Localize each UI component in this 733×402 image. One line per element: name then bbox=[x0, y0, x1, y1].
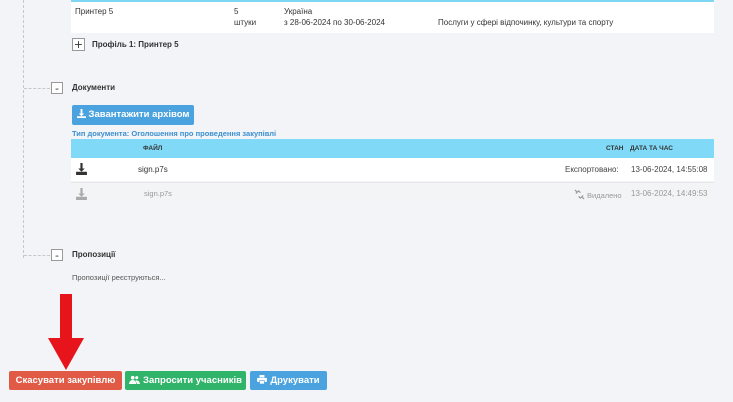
users-icon bbox=[129, 375, 140, 384]
file-status: Видалено bbox=[587, 191, 622, 200]
product-period: з 28-06-2024 по 30-06-2024 bbox=[284, 18, 385, 27]
download-icon bbox=[76, 188, 87, 200]
column-file: ФАЙЛ bbox=[143, 145, 163, 152]
print-button[interactable]: Друкувати bbox=[250, 371, 327, 390]
documents-title: Документи bbox=[72, 83, 116, 92]
product-country: Україна bbox=[284, 7, 313, 16]
download-archive-button[interactable]: Завантажити архівом bbox=[72, 105, 194, 125]
documents-collapse-toggle[interactable]: - bbox=[51, 82, 63, 94]
documents-table-header: ФАЙЛ СТАН ДАТА ТА ЧАС bbox=[71, 139, 714, 158]
product-row: Принтер 5 5 штуки Україна з 28-06-2024 п… bbox=[71, 0, 714, 33]
cancel-procurement-button[interactable]: Скасувати закупівлю bbox=[9, 371, 122, 390]
proposals-status-text: Пропозиції реєструються... bbox=[72, 273, 166, 282]
tree-line bbox=[23, 0, 24, 258]
file-name[interactable]: sign.p7s bbox=[138, 165, 168, 174]
profile-expand-toggle[interactable]: + bbox=[72, 38, 85, 51]
column-datetime: ДАТА ТА ЧАС bbox=[630, 145, 673, 152]
download-archive-label: Завантажити архівом bbox=[88, 109, 190, 120]
table-row: sign.p7s Експортовано: 13-06-2024, 14:55… bbox=[71, 158, 714, 181]
unlink-icon bbox=[574, 189, 585, 200]
product-qty-unit: штуки bbox=[234, 18, 257, 27]
invite-participants-button[interactable]: Запросити учасників bbox=[125, 371, 246, 390]
profile-label: Профіль 1: Принтер 5 bbox=[92, 40, 179, 49]
file-name: sign.p7s bbox=[144, 189, 172, 198]
document-type-label: Тип документа: Оголошення про проведення… bbox=[72, 129, 277, 138]
proposals-title: Пропозиції bbox=[72, 250, 116, 259]
product-qty-number: 5 bbox=[234, 7, 239, 16]
invite-participants-label: Запросити учасників bbox=[143, 375, 242, 386]
print-icon bbox=[257, 375, 268, 385]
print-label: Друкувати bbox=[270, 375, 320, 386]
file-datetime: 13-06-2024, 14:49:53 bbox=[631, 189, 708, 198]
table-row: sign.p7s Видалено 13-06-2024, 14:49:53 bbox=[71, 182, 714, 206]
arrow-down-icon bbox=[48, 294, 84, 370]
file-datetime: 13-06-2024, 14:55:08 bbox=[631, 165, 708, 174]
tree-branch bbox=[24, 88, 50, 89]
product-name: Принтер 5 bbox=[75, 7, 114, 16]
proposals-collapse-toggle[interactable]: - bbox=[51, 249, 63, 261]
file-status: Експортовано: bbox=[565, 165, 619, 174]
download-icon bbox=[76, 109, 86, 118]
download-icon[interactable] bbox=[76, 163, 87, 175]
tree-branch bbox=[24, 255, 50, 256]
product-service: Послуги у сфері відпочинку, культури та … bbox=[438, 18, 614, 27]
column-status: СТАН bbox=[606, 145, 624, 152]
